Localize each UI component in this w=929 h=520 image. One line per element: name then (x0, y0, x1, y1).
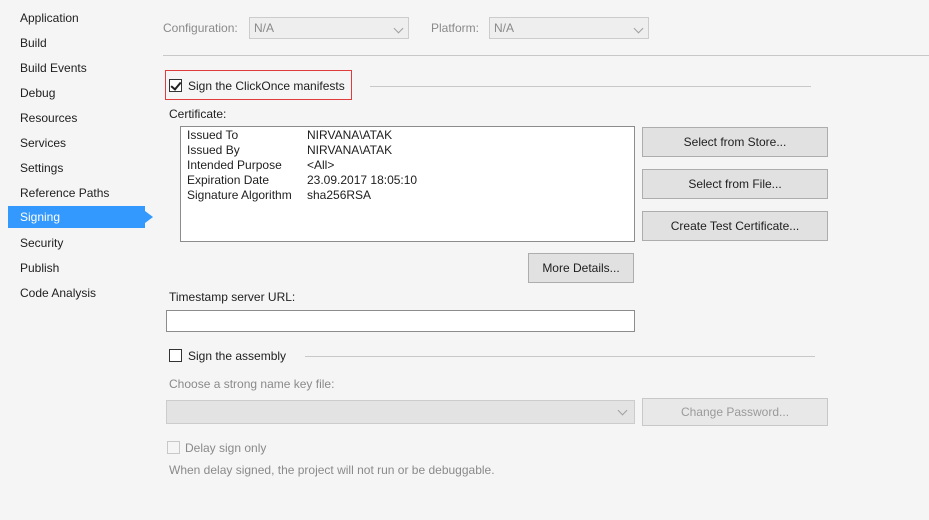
checkmark-icon (170, 79, 182, 91)
cert-value-issued-by: NIRVANA\ATAK (307, 143, 393, 157)
chevron-down-icon (393, 23, 404, 34)
certificate-details-box: Issued To NIRVANA\ATAK Issued By NIRVANA… (180, 126, 635, 242)
cert-key-expiration-date: Expiration Date (187, 173, 270, 187)
sidebar-item-label: Services (20, 136, 67, 150)
sidebar-item-label: Publish (20, 261, 60, 275)
assembly-divider (305, 356, 815, 357)
chevron-down-icon (633, 23, 644, 34)
sidebar-item-resources[interactable]: Resources (8, 107, 145, 129)
cert-key-issued-by: Issued By (187, 143, 240, 157)
sidebar-item-application[interactable]: Application (8, 7, 145, 29)
certificate-label: Certificate: (169, 107, 227, 121)
sidebar-item-label: Reference Paths (20, 186, 110, 200)
sidebar-item-security[interactable]: Security (8, 232, 145, 254)
configuration-label: Configuration: (163, 21, 238, 35)
sign-assembly-label[interactable]: Sign the assembly (188, 349, 286, 363)
sidebar-item-label: Settings (20, 161, 64, 175)
manifests-divider (370, 86, 811, 87)
platform-label: Platform: (431, 21, 480, 35)
cert-key-issued-to: Issued To (187, 128, 239, 142)
selected-arrow-icon (145, 211, 153, 223)
delay-sign-label[interactable]: Delay sign only (185, 441, 266, 455)
strong-name-label: Choose a strong name key file: (169, 377, 335, 391)
cert-key-signature-algorithm: Signature Algorithm (187, 188, 292, 202)
create-test-certificate-button[interactable]: Create Test Certificate... (642, 211, 828, 241)
sidebar-item-publish[interactable]: Publish (8, 257, 145, 279)
delay-sign-note: When delay signed, the project will not … (169, 463, 495, 477)
sidebar-item-services[interactable]: Services (8, 132, 145, 154)
cert-value-expiration-date: 23.09.2017 18:05:10 (307, 173, 418, 187)
cert-value-issued-to: NIRVANA\ATAK (307, 128, 393, 142)
configuration-value: N/A (254, 21, 275, 35)
sign-manifests-label[interactable]: Sign the ClickOnce manifests (188, 79, 345, 93)
sidebar-item-label: Code Analysis (20, 286, 97, 300)
sidebar-item-settings[interactable]: Settings (8, 157, 145, 179)
sidebar-item-label: Build Events (20, 61, 87, 75)
strong-name-key-select[interactable] (166, 400, 635, 424)
cert-key-intended-purpose: Intended Purpose (187, 158, 282, 172)
sidebar-item-label: Resources (20, 111, 78, 125)
sidebar-item-build[interactable]: Build (8, 32, 145, 54)
select-from-store-button[interactable]: Select from Store... (642, 127, 828, 157)
platform-select[interactable]: N/A (489, 17, 649, 39)
sidebar-item-label: Build (20, 36, 47, 50)
change-password-button[interactable]: Change Password... (642, 398, 828, 426)
sidebar-item-debug[interactable]: Debug (8, 82, 145, 104)
sign-manifests-checkbox[interactable] (169, 79, 182, 92)
chevron-down-icon (617, 405, 628, 416)
cert-value-signature-algorithm: sha256RSA (307, 188, 372, 202)
timestamp-url-input[interactable] (166, 310, 635, 332)
select-from-file-button[interactable]: Select from File... (642, 169, 828, 199)
sidebar-item-reference-paths[interactable]: Reference Paths (8, 182, 145, 204)
configuration-select[interactable]: N/A (249, 17, 409, 39)
delay-sign-checkbox[interactable] (167, 441, 180, 454)
sidebar-item-code-analysis[interactable]: Code Analysis (8, 282, 145, 304)
sidebar-item-label: Application (20, 11, 79, 25)
sign-assembly-checkbox[interactable] (169, 349, 182, 362)
sidebar-item-build-events[interactable]: Build Events (8, 57, 145, 79)
sidebar-item-label: Security (20, 236, 64, 250)
timestamp-label: Timestamp server URL: (169, 290, 296, 304)
cert-value-intended-purpose: <All> (307, 158, 335, 172)
sidebar-item-label: Signing (20, 210, 61, 224)
platform-value: N/A (494, 21, 515, 35)
sidebar-item-label: Debug (20, 86, 56, 100)
sidebar-item-signing[interactable]: Signing (8, 206, 153, 228)
config-divider (163, 55, 929, 56)
more-details-button[interactable]: More Details... (528, 253, 634, 283)
